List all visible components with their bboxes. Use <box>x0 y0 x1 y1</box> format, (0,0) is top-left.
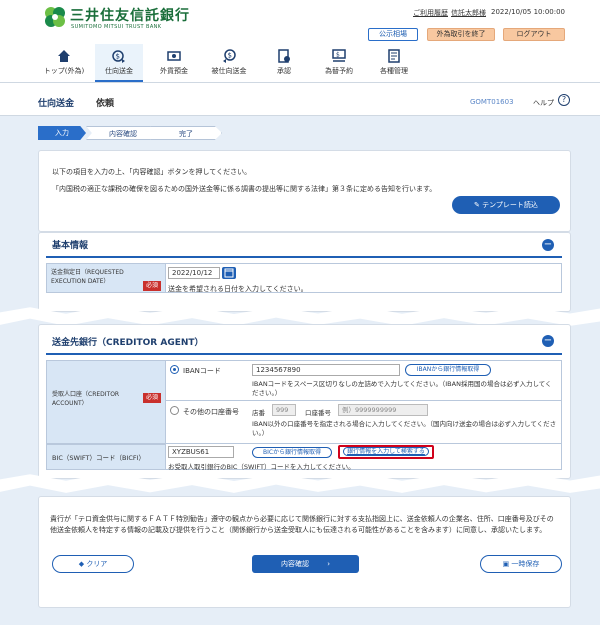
page-subtitle: 依頼 <box>96 99 115 109</box>
remit-icon: $ <box>112 50 125 63</box>
nav-label: 為替予約 <box>325 67 353 75</box>
nav-item-deposit[interactable]: 外貨預金 <box>150 44 198 82</box>
save-label: 一時保存 <box>511 560 540 568</box>
save-icon: ▣ <box>502 560 510 568</box>
account-no-input[interactable]: 例）9999999999 <box>338 404 428 416</box>
nav-item-remit[interactable]: $ 仕向送金 <box>95 44 143 82</box>
fx-icon: $ <box>332 49 346 62</box>
svg-text:$: $ <box>228 52 232 60</box>
iban-input[interactable]: 1234567890 <box>252 364 400 376</box>
intro-text-2: 「内国税の適正な課税の確保を図るための国外送金等に係る調書の提出等に関する法律」… <box>52 185 437 193</box>
nav-label: 仕向送金 <box>105 67 133 75</box>
approve-icon <box>278 49 290 63</box>
incoming-icon: $ <box>223 49 236 63</box>
nav-item-approve[interactable]: 承認 <box>260 44 308 82</box>
save-draft-button[interactable]: ▣ 一時保存 <box>480 555 562 573</box>
eraser-icon: ◆ <box>78 560 85 568</box>
help-icon[interactable]: ? <box>558 94 570 106</box>
notice-rate-button[interactable]: 公示相場 <box>368 28 418 41</box>
logo-subtext: SUMITOMO MITSUI TRUST BANK <box>71 24 162 30</box>
step-input: 入力 <box>38 126 86 140</box>
section-divider <box>46 353 562 355</box>
intro-text-1: 以下の項目を入力の上、「内容確認」ボタンを押してください。 <box>52 168 252 176</box>
page-title: 仕向送金 <box>38 99 75 109</box>
bank-search-button[interactable]: 銀行情報を入力して検索する <box>338 445 434 459</box>
bank-search-label: 銀行情報を入力して検索する <box>343 447 429 456</box>
confirm-label: 内容確認 <box>280 560 309 568</box>
other-account-radio[interactable] <box>170 406 179 415</box>
user-name[interactable]: 信託太郎様 <box>451 8 486 18</box>
step-complete: 完了 <box>150 126 222 140</box>
bic-label: BIC（SWIFT）コード（BICFI） <box>52 454 146 462</box>
main-nav: トップ(外為) $ 仕向送金 外貨預金 $ 被仕向送金 承認 $ 為替予約 各種… <box>40 44 560 82</box>
nav-label: 被仕向送金 <box>211 67 247 75</box>
collapse-icon[interactable]: − <box>542 335 554 347</box>
svg-text:$: $ <box>336 52 340 59</box>
required-badge: 必須 <box>143 281 161 291</box>
manage-icon <box>388 49 400 63</box>
nav-label: トップ(外為) <box>43 67 85 75</box>
nav-label: 外貨預金 <box>160 67 188 75</box>
clear-label: クリア <box>86 560 108 568</box>
history-link[interactable]: ご利用履歴 <box>413 8 448 18</box>
footer-panel <box>38 496 571 608</box>
nav-item-fx[interactable]: $ 為替予約 <box>315 44 363 82</box>
logo-icon <box>45 7 65 27</box>
bic-input[interactable]: XYZBUS61 <box>168 446 234 458</box>
creditor-agent-heading: 送金先銀行（CREDITOR AGENT） <box>52 338 204 348</box>
branch-input[interactable]: 999 <box>272 404 296 416</box>
basic-info-heading: 基本情報 <box>52 241 89 251</box>
nav-label: 各種管理 <box>380 67 408 75</box>
exec-date-label: 送金指定日（REQUESTED EXECUTION DATE） <box>51 269 124 285</box>
branch-label: 店番 <box>252 409 265 417</box>
iban-lookup-button[interactable]: IBANから銀行情報取得 <box>405 364 491 376</box>
logo-text: 三井住友信託銀行 <box>70 8 190 24</box>
chevron-right-icon: › <box>327 560 331 568</box>
other-account-help: IBAN以外の口座番号を指定される場合に入力してください。（国内向け送金の場合は… <box>252 420 557 437</box>
calendar-icon[interactable] <box>222 267 236 279</box>
iban-radio[interactable] <box>170 365 179 374</box>
step-confirm: 内容確認 <box>86 126 160 140</box>
account-label: 受取人口座（CREDITOR ACCOUNT） <box>52 391 120 407</box>
nav-divider <box>0 82 600 83</box>
help-link[interactable]: ヘルプ <box>533 98 554 108</box>
nav-item-top[interactable]: トップ(外為) <box>40 44 88 82</box>
account-no-label: 口座番号 <box>305 409 331 417</box>
nav-item-incoming[interactable]: $ 被仕向送金 <box>205 44 253 82</box>
required-badge: 必須 <box>143 393 161 403</box>
confirm-button[interactable]: 内容確認 › <box>252 555 359 573</box>
section-divider <box>46 256 562 258</box>
bic-lookup-button[interactable]: BICから銀行情報取得 <box>252 447 332 458</box>
clear-button[interactable]: ◆ クリア <box>52 555 134 573</box>
exec-date-help: 送金を希望される日付を入力してください。 <box>168 285 308 293</box>
nav-item-manage[interactable]: 各種管理 <box>370 44 418 82</box>
logout-button[interactable]: ログアウト <box>503 28 565 41</box>
svg-text:$: $ <box>116 53 120 61</box>
home-icon <box>58 50 70 62</box>
login-datetime: 2022/10/05 10:00:00 <box>491 8 566 16</box>
end-fx-button[interactable]: 外為取引を終了 <box>427 28 495 41</box>
deposit-icon <box>167 51 181 61</box>
screen-code: GOMT01603 <box>470 98 514 106</box>
nav-label: 承認 <box>277 67 291 75</box>
template-load-label: テンプレート読込 <box>482 201 538 209</box>
exec-date-input[interactable]: 2022/10/12 <box>168 267 220 279</box>
bic-help: お受取人取引銀行のBIC（SWIFT）コードを入力してください。 <box>168 463 355 471</box>
iban-help: IBANコードをスペース区切りなしの左詰めで入力してください。（IBAN採用国の… <box>252 380 552 397</box>
template-load-button[interactable]: ✎ テンプレート読込 <box>452 196 560 214</box>
collapse-icon[interactable]: − <box>542 239 554 251</box>
consent-notice: 貴行が「テロ資金供与に関するＦＡＴＦ特別勧告」遵守の観点から必要に応じて関係銀行… <box>50 515 554 534</box>
iban-radio-label: IBANコード <box>183 367 221 375</box>
other-account-label: その他の口座番号 <box>183 408 239 416</box>
